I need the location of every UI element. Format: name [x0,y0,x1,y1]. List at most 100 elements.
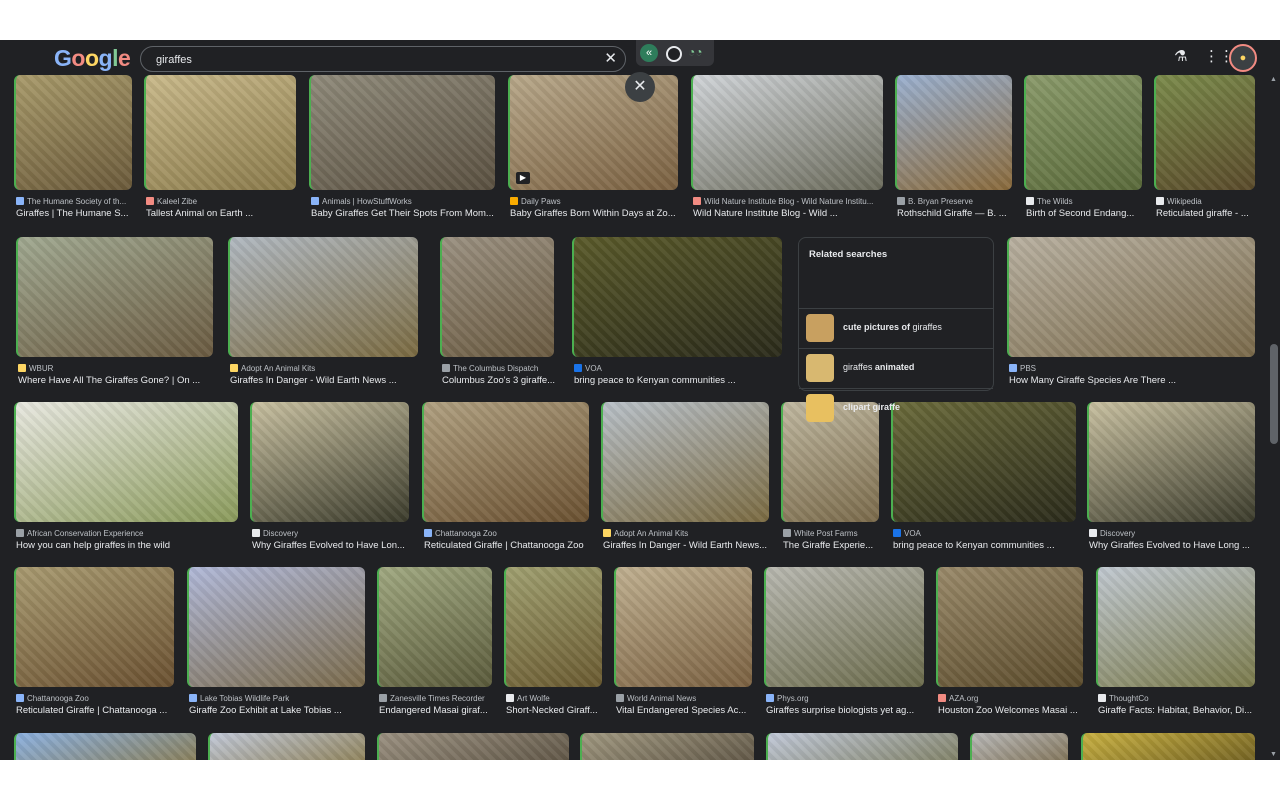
result-title[interactable]: Reticulated Giraffe | Chattanooga Zoo [424,540,584,552]
close-icon[interactable]: ✕ [625,72,655,102]
result-title[interactable]: Giraffes In Danger - Wild Earth News... [603,540,767,552]
related-search-item[interactable]: clipart giraffe [799,388,993,428]
result-image[interactable] [1024,75,1142,190]
result-source[interactable]: Phys.org [766,694,809,704]
result-title[interactable]: Giraffe Zoo Exhibit at Lake Tobias ... [189,705,342,717]
result-image[interactable] [1087,402,1255,522]
result-title[interactable]: Where Have All The Giraffes Gone? | On .… [18,375,200,387]
result-image[interactable] [614,567,752,687]
result-title[interactable]: bring peace to Kenyan communities ... [893,540,1055,552]
result-source[interactable]: Kaleel Zibe [146,197,197,207]
result-source[interactable]: Discovery [252,529,298,539]
scroll-up-icon[interactable]: ▲ [1270,76,1277,83]
clear-search-icon[interactable]: ✕ [604,49,617,67]
result-image[interactable] [601,402,769,522]
result-image[interactable] [309,75,495,190]
result-source[interactable]: B. Bryan Preserve [897,197,973,207]
result-source[interactable]: Animals | HowStuffWorks [311,197,412,207]
result-image[interactable] [16,237,213,357]
result-source[interactable]: White Post Farms [783,529,858,539]
result-title[interactable]: Short-Necked Giraff... [506,705,598,717]
result-image[interactable] [14,567,174,687]
result-source[interactable]: Chattanooga Zoo [424,529,497,539]
result-image[interactable] [580,733,754,760]
result-image[interactable] [1081,733,1255,760]
result-title[interactable]: Why Giraffes Evolved to Have Lon... [252,540,405,552]
google-logo[interactable]: Google [54,44,131,72]
result-image[interactable] [1096,567,1255,687]
result-source[interactable]: African Conservation Experience [16,529,144,539]
result-source[interactable]: Discovery [1089,529,1135,539]
result-title[interactable]: Reticulated giraffe - ... [1156,208,1249,220]
result-image[interactable] [14,75,132,190]
result-title[interactable]: How Many Giraffe Species Are There ... [1009,375,1176,387]
labs-flask-icon[interactable]: ⚗ [1174,48,1187,66]
result-source[interactable]: Daily Paws [510,197,561,207]
search-input[interactable] [154,50,598,70]
result-title[interactable]: Birth of Second Endang... [1026,208,1134,220]
result-source[interactable]: Zanesville Times Recorder [379,694,485,704]
result-image[interactable] [504,567,602,687]
result-source[interactable]: World Animal News [616,694,696,704]
result-source[interactable]: Art Wolfe [506,694,550,704]
scrollbar-thumb[interactable] [1270,344,1278,444]
result-source[interactable]: The Columbus Dispatch [442,364,538,374]
result-source[interactable]: VOA [893,529,921,539]
result-source[interactable]: Wild Nature Institute Blog - Wild Nature… [693,197,873,207]
result-source[interactable]: AZA.org [938,694,978,704]
account-avatar[interactable]: ● [1229,44,1257,72]
result-image[interactable] [14,733,196,760]
result-source[interactable]: WBUR [18,364,53,374]
result-source[interactable]: The Humane Society of th... [16,197,126,207]
result-image[interactable] [936,567,1083,687]
result-image[interactable] [1007,237,1255,357]
result-image[interactable] [250,402,409,522]
result-image[interactable] [440,237,554,357]
result-title[interactable]: Giraffes | The Humane S... [16,208,128,220]
result-image[interactable] [187,567,365,687]
result-title[interactable]: Baby Giraffes Get Their Spots From Mom..… [311,208,494,220]
result-title[interactable]: Vital Endangered Species Ac... [616,705,746,717]
result-title[interactable]: Wild Nature Institute Blog - Wild ... [693,208,838,220]
extension-chevrons-icon[interactable]: « [640,44,658,62]
result-source[interactable]: The Wilds [1026,197,1073,207]
scroll-down-icon[interactable]: ▼ [1270,751,1277,758]
result-title[interactable]: Columbus Zoo's 3 giraffe... [442,375,555,387]
result-image[interactable] [572,237,782,357]
related-search-item[interactable]: cute pictures of giraffes [799,308,993,348]
result-image[interactable] [895,75,1012,190]
result-title[interactable]: Rothschild Giraffe — B. ... [897,208,1007,220]
result-title[interactable]: Houston Zoo Welcomes Masai ... [938,705,1078,717]
result-source[interactable]: Adopt An Animal Kits [603,529,688,539]
scrollbar[interactable]: ▲ ▼ [1268,74,1280,760]
result-image[interactable] [691,75,883,190]
result-title[interactable]: Reticulated Giraffe | Chattanooga ... [16,705,167,717]
result-image[interactable] [144,75,296,190]
result-title[interactable]: Giraffe Facts: Habitat, Behavior, Di... [1098,705,1252,717]
result-image[interactable] [970,733,1068,760]
result-image[interactable] [764,567,924,687]
result-source[interactable]: PBS [1009,364,1036,374]
result-image[interactable] [377,567,492,687]
result-image[interactable] [377,733,569,760]
result-image[interactable] [228,237,418,357]
result-title[interactable]: The Giraffe Experie... [783,540,873,552]
result-image[interactable] [208,733,365,760]
result-image[interactable] [1154,75,1255,190]
result-title[interactable]: Giraffes surprise biologists yet ag... [766,705,914,717]
result-title[interactable]: Baby Giraffes Born Within Days at Zo... [510,208,676,220]
result-title[interactable]: Endangered Masai giraf... [379,705,488,717]
result-source[interactable]: Lake Tobias Wildlife Park [189,694,289,704]
record-icon[interactable] [666,46,682,62]
result-image[interactable] [766,733,958,760]
result-source[interactable]: Adopt An Animal Kits [230,364,315,374]
result-source[interactable]: Wikipedia [1156,197,1202,207]
result-title[interactable]: Giraffes In Danger - Wild Earth News ... [230,375,397,387]
result-image[interactable] [422,402,589,522]
result-title[interactable]: How you can help giraffes in the wild [16,540,170,552]
result-title[interactable]: Why Giraffes Evolved to Have Long ... [1089,540,1250,552]
result-source[interactable]: VOA [574,364,602,374]
result-source[interactable]: ThoughtCo [1098,694,1149,704]
result-title[interactable]: bring peace to Kenyan communities ... [574,375,736,387]
related-search-item[interactable]: giraffes animated [799,348,993,388]
